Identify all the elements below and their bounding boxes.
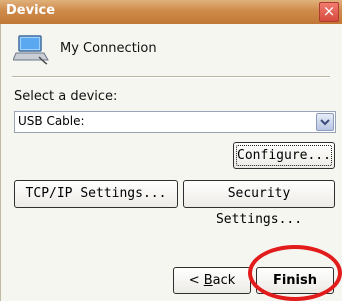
close-icon: × — [322, 2, 336, 20]
back-label-rest: ack — [212, 273, 236, 288]
window-title: Device — [6, 3, 56, 18]
security-settings-button[interactable]: Security Settings... — [183, 180, 335, 227]
title-bar: Device × — [0, 0, 342, 24]
tcpip-settings-button[interactable]: TCP/IP Settings... — [14, 180, 178, 208]
finish-label: Finish — [272, 273, 318, 288]
focus-indicator — [236, 145, 332, 166]
dropdown-button[interactable] — [316, 113, 334, 131]
back-button[interactable]: < Back — [173, 267, 251, 294]
connection-name: My Connection — [60, 41, 157, 56]
security-settings-label: Security Settings... — [215, 186, 303, 227]
chevron-down-icon — [320, 119, 330, 126]
back-label-prefix: < — [188, 273, 204, 288]
close-button[interactable]: × — [319, 2, 339, 22]
configure-button[interactable]: Configure... — [233, 142, 335, 169]
laptop-connection-icon — [13, 35, 49, 65]
finish-button[interactable]: Finish — [256, 267, 334, 294]
device-dropdown[interactable]: USB Cable: — [14, 111, 336, 133]
select-device-label: Select a device: — [14, 89, 118, 104]
separator — [12, 76, 330, 78]
back-label-mnemonic: B — [203, 273, 213, 288]
device-dropdown-value: USB Cable: — [18, 114, 85, 128]
tcpip-settings-label: TCP/IP Settings... — [25, 186, 167, 201]
